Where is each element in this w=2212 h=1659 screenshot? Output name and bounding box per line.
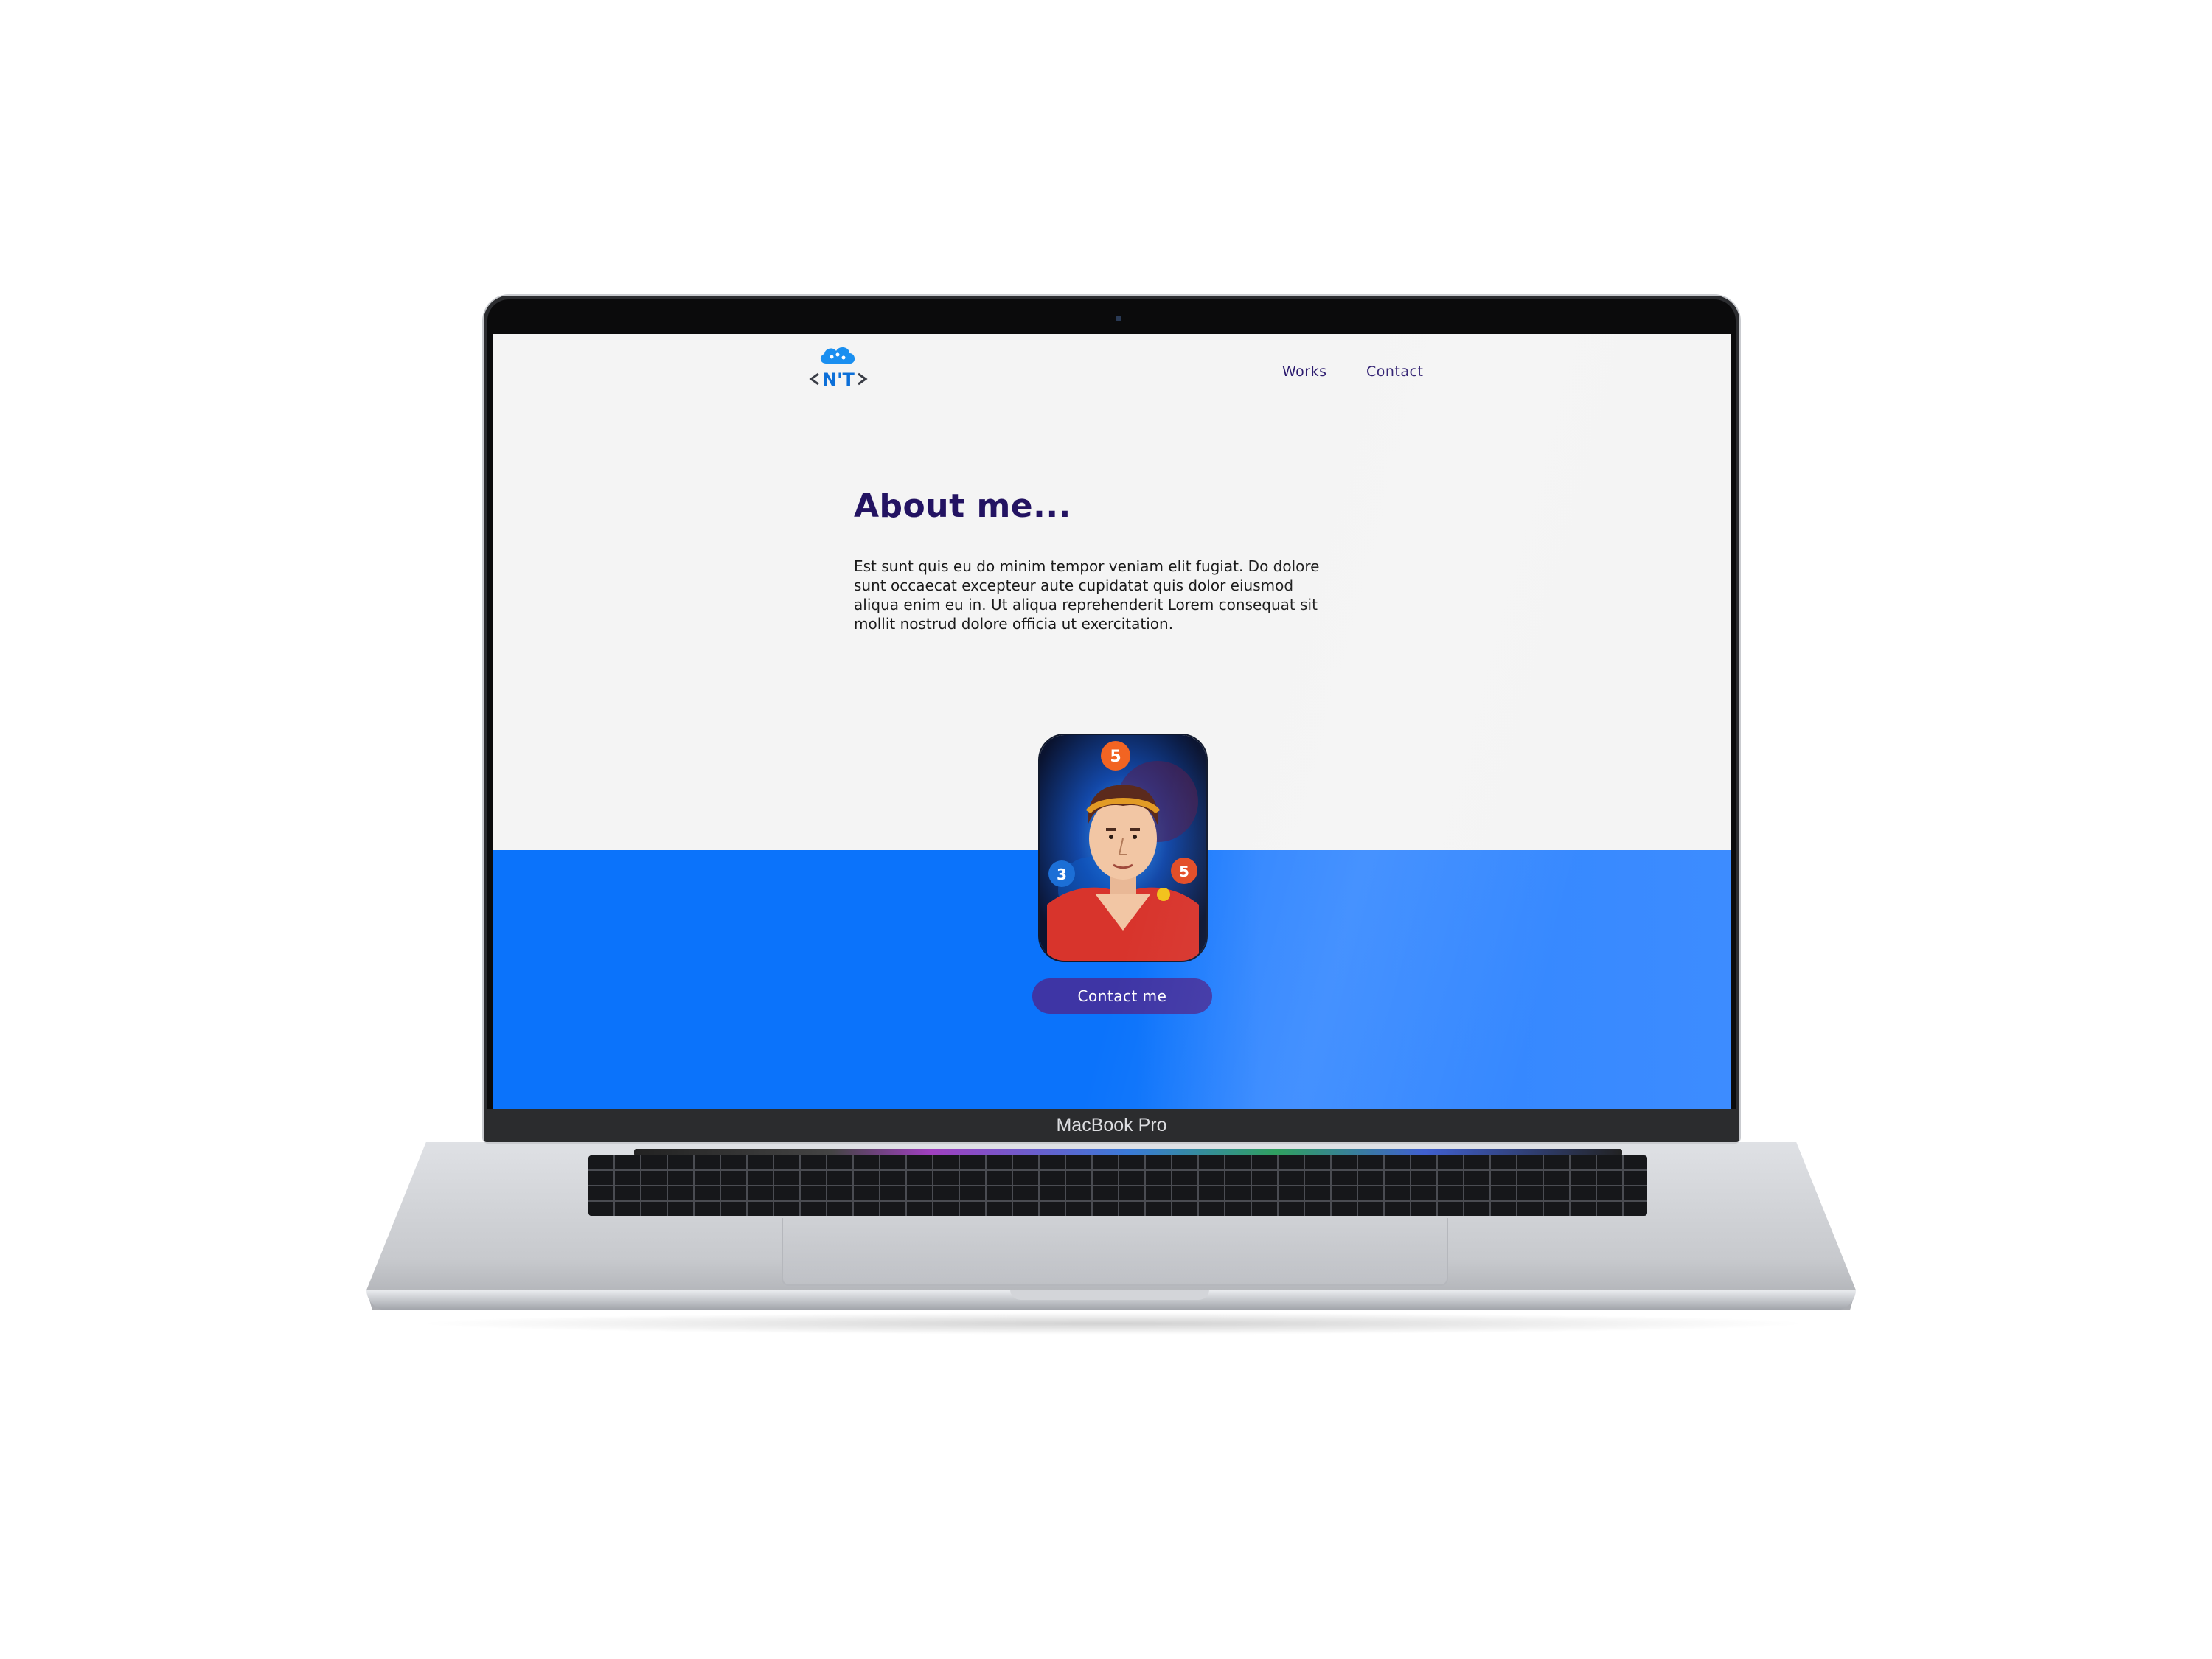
website-screen: N'T Works Contact About me... Est sunt q… <box>493 334 1731 1109</box>
svg-text:5: 5 <box>1179 863 1189 880</box>
site-header: N'T Works Contact <box>493 334 1731 408</box>
svg-text:N'T: N'T <box>822 369 855 390</box>
contact-me-button[interactable]: Contact me <box>1032 978 1212 1014</box>
nav-link-works[interactable]: Works <box>1282 364 1327 380</box>
camera-icon <box>1116 316 1121 321</box>
trackpad <box>782 1218 1448 1286</box>
avatar-card: 5 3 5 <box>1038 734 1208 962</box>
about-title: About me... <box>854 487 1071 525</box>
svg-text:3: 3 <box>1057 866 1067 883</box>
model-label: MacBook Pro <box>1056 1115 1167 1135</box>
nav-link-contact[interactable]: Contact <box>1366 364 1423 380</box>
svg-text:5: 5 <box>1110 748 1121 766</box>
laptop-shadow <box>413 1312 1814 1335</box>
keyboard <box>588 1155 1647 1216</box>
about-text: Est sunt quis eu do minim tempor veniam … <box>854 557 1320 633</box>
lid-opening-notch <box>1010 1290 1209 1300</box>
cloud-brackets-logo-icon[interactable]: N'T <box>805 341 872 393</box>
developer-portrait-illustration-icon: 5 3 5 <box>1040 735 1206 961</box>
